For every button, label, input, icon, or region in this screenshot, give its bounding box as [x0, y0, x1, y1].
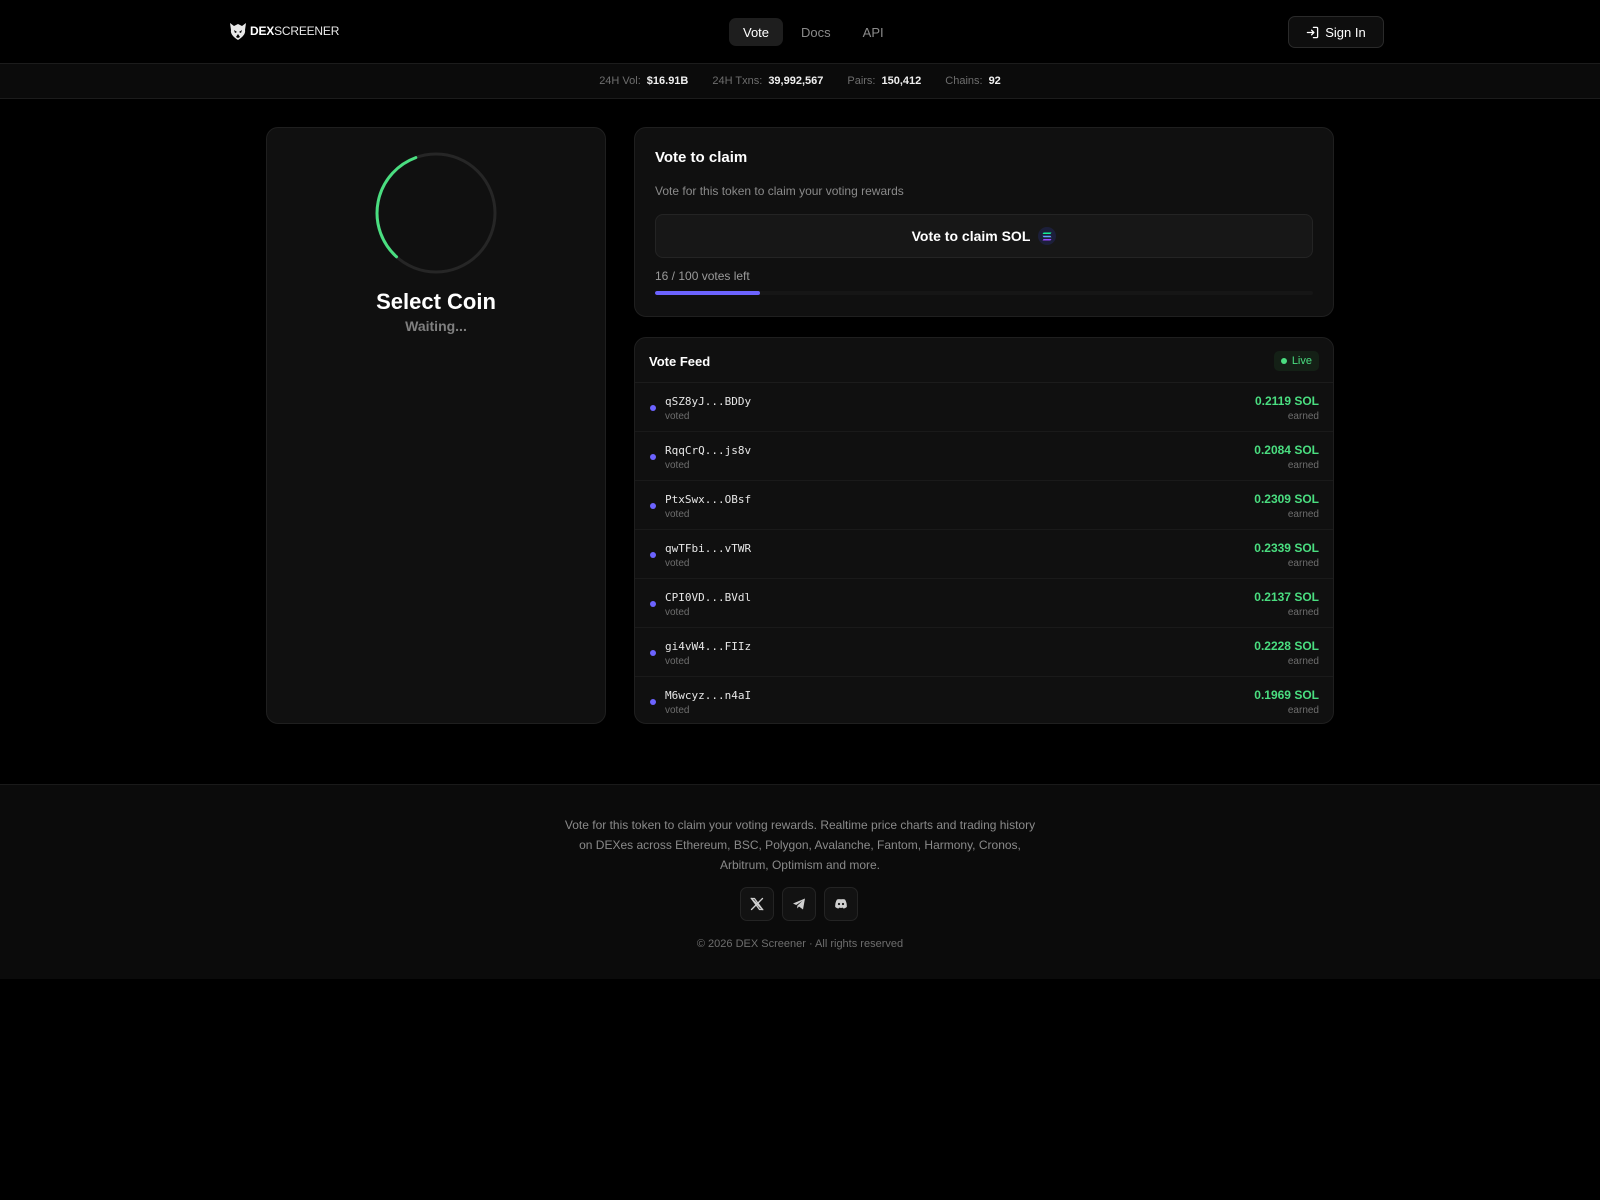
feed-row-earned-label: earned — [1287, 705, 1319, 716]
feed-row-amount: 0.2228 SOL — [1254, 639, 1319, 653]
vote-feed-card: Vote Feed Live qSZ8yJ...BDDy voted 0.2119 … — [634, 337, 1334, 724]
feed-row-address: qwTFbi...vTWR — [665, 542, 752, 555]
vote-feed-row[interactable]: qSZ8yJ...BDDy voted 0.2119 SOL earned — [635, 383, 1333, 432]
solana-icon — [1038, 227, 1057, 245]
vote-feed-row[interactable]: PtxSwx...OBsf voted 0.2309 SOL earned — [635, 481, 1333, 530]
feed-row-earned-label: earned — [1287, 656, 1319, 667]
x-icon — [750, 897, 764, 911]
feed-row-amount: 0.2137 SOL — [1254, 590, 1319, 604]
feed-row-address: qSZ8yJ...BDDy — [665, 395, 752, 408]
stat-chains: Chains: 92 — [945, 75, 1001, 87]
x-twitter-link[interactable] — [740, 887, 774, 921]
sign-in-label: Sign In — [1325, 24, 1366, 40]
dexscreener-logo-icon — [230, 23, 246, 40]
vote-card-description: Vote for this token to claim your voting… — [655, 184, 904, 198]
feed-row-action: voted — [665, 460, 690, 471]
select-coin-status: Waiting... — [405, 318, 467, 334]
feed-row-dot-icon — [650, 601, 656, 607]
vote-button-label: Vote to claim SOL — [911, 228, 1031, 244]
feed-row-address: PtxSwx...OBsf — [665, 493, 752, 506]
feed-row-amount: 0.2309 SOL — [1254, 492, 1319, 506]
vote-feed-row[interactable]: gi4vW4...FIIz voted 0.2228 SOL earned — [635, 628, 1333, 677]
sign-in-icon — [1306, 26, 1319, 38]
telegram-link[interactable] — [782, 887, 816, 921]
feed-row-earned-label: earned — [1287, 411, 1319, 422]
coin-select-panel: Select Coin Waiting... — [266, 127, 606, 724]
main-nav: Vote Docs API — [729, 18, 898, 46]
social-links — [740, 887, 858, 921]
feed-row-amount: 0.2119 SOL — [1254, 394, 1319, 408]
feed-row-dot-icon — [650, 454, 656, 460]
feed-row-action: voted — [665, 607, 690, 618]
market-stats-bar: 24H Vol: $16.91B 24H Txns: 39,992,567 Pair… — [0, 64, 1600, 99]
dexscreener-logo[interactable]: DEXSCREENER — [229, 21, 339, 41]
stat-24h-txns: 24H Txns: 39,992,567 — [712, 75, 824, 87]
logo-text: DEXSCREENER — [250, 24, 340, 38]
votes-left-counter: 16 / 100 votes left — [655, 269, 750, 283]
nav-docs[interactable]: Docs — [787, 18, 845, 46]
vote-feed-row[interactable]: M6wcyz...n4aI voted 0.1969 SOL earned — [635, 677, 1333, 723]
feed-row-address: CPI0VD...BVdl — [665, 591, 752, 604]
page-footer: Vote for this token to claim your voting… — [0, 784, 1600, 979]
vote-feed-row[interactable]: CPI0VD...BVdl voted 0.2137 SOL earned — [635, 579, 1333, 628]
feed-row-amount: 0.2339 SOL — [1254, 541, 1319, 555]
feed-row-action: voted — [665, 656, 690, 667]
vote-feed-title: Vote Feed — [649, 354, 711, 369]
feed-row-address: gi4vW4...FIIz — [665, 640, 752, 653]
feed-row-dot-icon — [650, 503, 656, 509]
feed-row-dot-icon — [650, 552, 656, 558]
loading-spinner-icon — [375, 152, 497, 274]
feed-row-address: M6wcyz...n4aI — [665, 689, 752, 702]
feed-row-dot-icon — [650, 650, 656, 656]
feed-row-amount: 0.2084 SOL — [1254, 443, 1319, 457]
live-badge: Live — [1273, 351, 1319, 371]
feed-row-action: voted — [665, 705, 690, 716]
votes-progress-fill — [655, 291, 761, 295]
vote-feed-row[interactable]: RqqCrQ...js8v voted 0.2084 SOL earned — [635, 432, 1333, 481]
nav-api[interactable]: API — [849, 18, 898, 46]
top-header: DEXSCREENER Vote Docs API Sign In — [0, 0, 1600, 64]
vote-to-claim-card: Vote to claim Vote for this token to cla… — [634, 127, 1334, 317]
feed-row-action: voted — [665, 509, 690, 520]
feed-row-action: voted — [665, 558, 690, 569]
copyright-text: © 2026 DEX Screener · All rights reserve… — [696, 938, 904, 950]
feed-row-earned-label: earned — [1287, 509, 1319, 520]
votes-progress-bar — [655, 291, 1313, 295]
vote-feed-row[interactable]: qwTFbi...vTWR voted 0.2339 SOL earned — [635, 530, 1333, 579]
footer-description: Vote for this token to claim your voting… — [564, 818, 1036, 872]
discord-icon — [835, 899, 847, 909]
nav-vote[interactable]: Vote — [729, 18, 784, 46]
feed-row-earned-label: earned — [1287, 558, 1319, 569]
vote-feed-list: qSZ8yJ...BDDy voted 0.2119 SOL earned RqqCrQ… — [635, 383, 1333, 723]
sign-in-button[interactable]: Sign In — [1288, 16, 1384, 48]
discord-link[interactable] — [824, 887, 858, 921]
vote-to-claim-button[interactable]: Vote to claim SOL — [655, 214, 1313, 258]
live-dot-icon — [1280, 358, 1287, 364]
feed-row-dot-icon — [650, 405, 656, 411]
telegram-icon — [793, 898, 805, 910]
live-label: Live — [1291, 355, 1312, 367]
vote-card-title: Vote to claim — [655, 149, 748, 166]
feed-row-earned-label: earned — [1287, 607, 1319, 618]
vote-feed-header: Vote Feed Live — [635, 338, 1333, 383]
feed-row-amount: 0.1969 SOL — [1254, 688, 1319, 702]
feed-row-dot-icon — [650, 699, 656, 705]
select-coin-title[interactable]: Select Coin — [267, 289, 605, 315]
stat-pairs: Pairs: 150,412 — [847, 75, 922, 87]
feed-row-earned-label: earned — [1287, 460, 1319, 471]
stat-24h-volume: 24H Vol: $16.91B — [599, 75, 689, 87]
feed-row-action: voted — [665, 411, 690, 422]
feed-row-address: RqqCrQ...js8v — [665, 444, 752, 457]
